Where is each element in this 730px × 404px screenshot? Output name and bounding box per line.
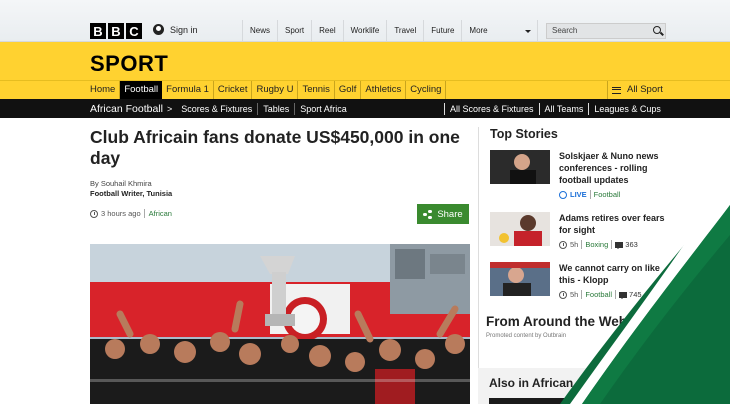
all-sport-button[interactable]: All Sport [607, 81, 663, 99]
sport-nav-formula-1[interactable]: Formula 1 [162, 81, 214, 99]
sport-nav: Home Football Formula 1 Cricket Rugby U … [0, 80, 730, 99]
subnav-leagues-cups[interactable]: Leagues & Cups [588, 102, 666, 115]
story-thumbnail [490, 262, 550, 296]
subnav-all-scores[interactable]: All Scores & Fixtures [444, 102, 539, 115]
story-thumbnail [490, 150, 550, 184]
article-byline: By Souhail Khmira [90, 179, 152, 188]
clock-icon [559, 240, 567, 249]
comments-count[interactable]: 745 [615, 290, 642, 299]
global-nav-travel[interactable]: Travel [387, 20, 425, 42]
menu-icon [612, 86, 621, 94]
global-nav-reel[interactable]: Reel [312, 20, 344, 42]
story-tag[interactable]: Boxing [581, 240, 608, 249]
sign-in-label: Sign in [170, 24, 198, 35]
story-time: 5h [570, 240, 579, 249]
bbc-logo-letter: C [126, 23, 142, 39]
search-icon[interactable] [653, 26, 661, 34]
search-placeholder: Search [552, 26, 578, 35]
comment-icon [615, 241, 624, 249]
story-title: Adams retires over fears for sight [559, 213, 665, 235]
sport-nav-home[interactable]: Home [86, 81, 121, 99]
global-nav-news[interactable]: News [243, 20, 279, 42]
author-role: Football Writer, Tunisia [90, 189, 173, 198]
column-divider [478, 127, 479, 404]
story-meta: 5h Boxing 363 [559, 240, 638, 249]
sign-in-link[interactable]: Sign in [153, 24, 198, 35]
sport-nav-golf[interactable]: Golf [335, 81, 362, 99]
comments-count-value: 745 [629, 290, 642, 299]
comments-count-value: 363 [625, 240, 638, 249]
search-input[interactable]: Search [546, 23, 666, 39]
bbc-global-bar: B B C Sign in News Sport Reel Worklife T… [0, 0, 730, 42]
global-nav-future[interactable]: Future [424, 20, 463, 42]
clock-icon [90, 209, 98, 218]
bbc-logo-letter: B [90, 23, 106, 39]
global-nav: News Sport Reel Worklife Travel Future M… [242, 20, 539, 42]
share-icon [423, 209, 432, 219]
story-time: 5h [570, 290, 579, 299]
all-sport-label: All Sport [627, 84, 663, 95]
sport-nav-cricket[interactable]: Cricket [214, 81, 253, 99]
sport-nav-football[interactable]: Football [120, 81, 163, 99]
user-icon [153, 24, 164, 35]
story-tag[interactable]: Football [589, 190, 620, 199]
sport-nav-rugby-union[interactable]: Rugby U [252, 81, 299, 99]
also-in-title: Also in African sport [489, 376, 607, 390]
comments-count[interactable]: 363 [611, 240, 638, 249]
clock-icon [559, 290, 567, 299]
also-in-thumbnail[interactable] [489, 398, 609, 404]
bbc-logo-letter: B [108, 23, 124, 39]
section-subnav: African Football > Scores & Fixtures Tab… [0, 99, 730, 118]
article-meta: 3 hours ago African [90, 209, 172, 218]
article-tag[interactable]: African [143, 209, 172, 218]
story-meta: 5h Football 745 [559, 290, 642, 299]
share-label: Share [437, 208, 463, 220]
global-nav-worklife[interactable]: Worklife [344, 20, 388, 42]
story-title: Solskjaer & Nuno news conferences - roll… [559, 151, 659, 185]
outbrain-title: From Around the Web [486, 314, 627, 329]
live-icon [559, 190, 567, 199]
outbrain-promoted[interactable]: Promoted content by Outbrain [486, 333, 566, 339]
share-button[interactable]: Share [417, 204, 469, 224]
story-tag[interactable]: Football [581, 290, 612, 299]
article-headline: Club Africain fans donate US$450,000 in … [90, 127, 460, 168]
section-title[interactable]: African Football [90, 103, 163, 115]
sport-nav-cycling[interactable]: Cycling [406, 81, 447, 99]
article-time: 3 hours ago [101, 209, 141, 218]
comment-icon [619, 291, 628, 299]
subnav-all-teams[interactable]: All Teams [538, 102, 589, 115]
global-nav-sport[interactable]: Sport [278, 20, 313, 42]
global-nav-more[interactable]: More [462, 20, 539, 42]
sport-header: SPORT [0, 42, 730, 80]
article-photo [90, 244, 470, 404]
top-stories-title: Top Stories [490, 127, 558, 141]
celebration-photo [90, 244, 470, 404]
story-meta: LIVE Football [559, 190, 620, 199]
subnav-tables[interactable]: Tables [258, 102, 296, 115]
story-title: We cannot carry on like this - Klopp [559, 263, 660, 285]
live-label: LIVE [570, 190, 587, 199]
chevron-right-icon: > [166, 103, 173, 114]
story-thumbnail [490, 212, 550, 246]
sport-nav-athletics[interactable]: Athletics [361, 81, 407, 99]
sport-title[interactable]: SPORT [90, 51, 168, 77]
bbc-logo[interactable]: B B C [90, 23, 142, 39]
subnav-sport-africa[interactable]: Sport Africa [295, 103, 352, 115]
sport-nav-tennis[interactable]: Tennis [298, 81, 335, 99]
subnav-scores-fixtures[interactable]: Scores & Fixtures [176, 102, 259, 115]
